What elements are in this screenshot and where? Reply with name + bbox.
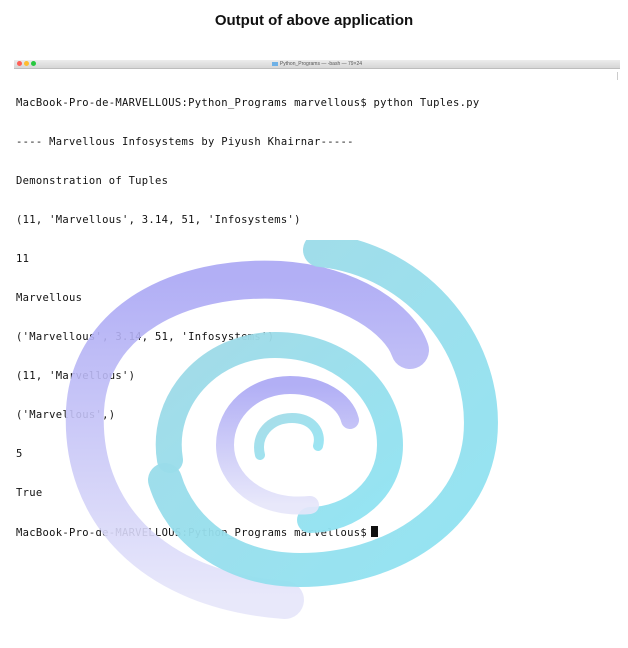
swirl-arc-cyan-core bbox=[254, 412, 324, 460]
window-title: Python_Programs — -bash — 79×24 bbox=[14, 60, 620, 68]
swirl-arc-purple-inner bbox=[215, 375, 359, 515]
terminal-line: ---- Marvellous Infosystems by Piyush Kh… bbox=[16, 136, 354, 148]
swirl-watermark bbox=[65, 240, 498, 619]
terminal-line: MacBook-Pro-de-MARVELLOUS:Python_Program… bbox=[16, 97, 480, 109]
terminal-titlebar[interactable]: Python_Programs — -bash — 79×24 bbox=[14, 60, 620, 69]
terminal-line: (11, 'Marvellous', 3.14, 51, 'Infosystem… bbox=[16, 214, 301, 226]
page-heading: Output of above application bbox=[214, 12, 414, 29]
terminal-line: Demonstration of Tuples bbox=[16, 175, 169, 187]
terminal-window[interactable]: Python_Programs — -bash — 79×24 MacBook-… bbox=[14, 60, 620, 539]
swirl-arc-cyan-middle bbox=[155, 331, 404, 533]
window-title-text: Python_Programs — -bash — 79×24 bbox=[279, 61, 363, 67]
folder-icon bbox=[271, 61, 278, 66]
scrollbar[interactable] bbox=[617, 72, 618, 80]
